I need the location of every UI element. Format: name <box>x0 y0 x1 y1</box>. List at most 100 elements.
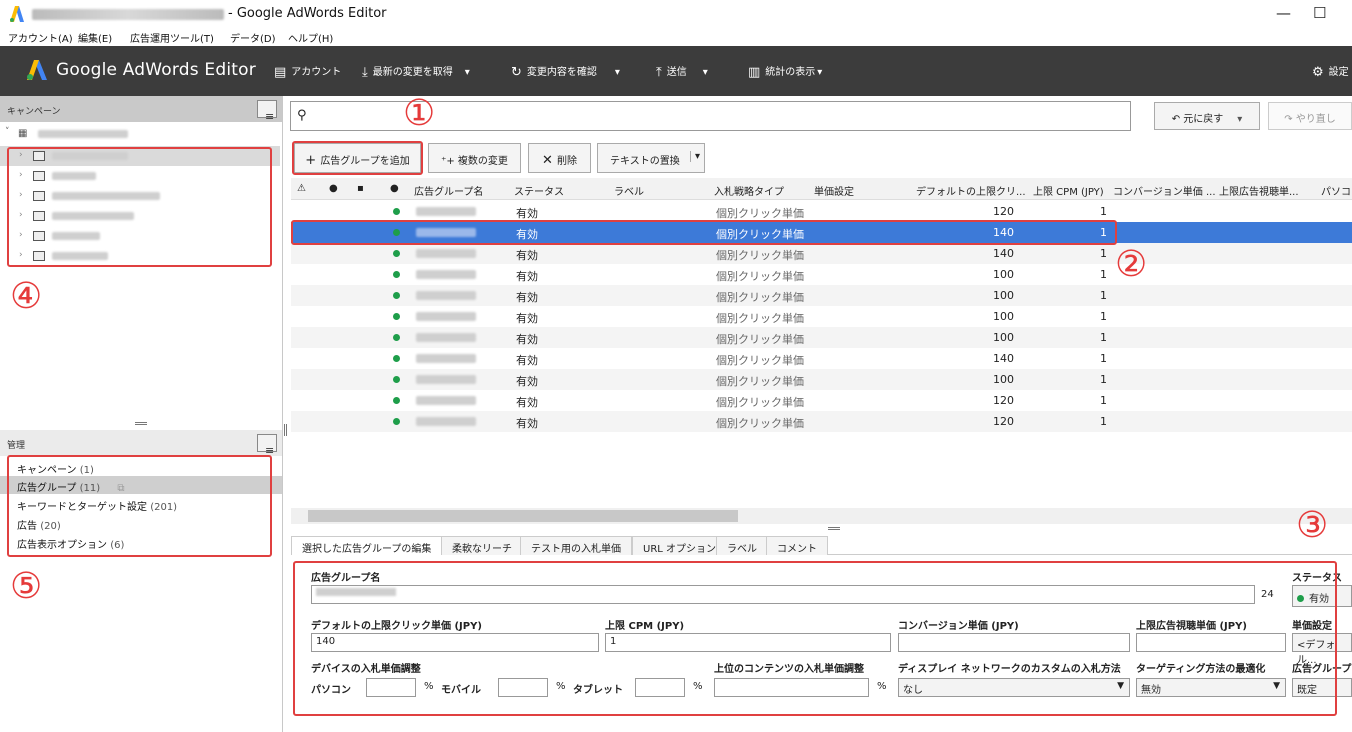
window-title: - Google AdWords Editor <box>228 6 387 21</box>
close-icon: ✕ <box>541 153 558 168</box>
menu-account[interactable]: アカウント(A) <box>8 30 73 45</box>
vertical-splitter-handle[interactable] <box>284 424 287 436</box>
review-changes-label: 変更内容を確認 <box>526 67 597 78</box>
cell-status: 有効 <box>516 207 538 220</box>
expand-icon[interactable]: ˅ <box>5 127 10 137</box>
dropdown-caret-icon[interactable]: ▾ <box>1237 114 1242 125</box>
replace-text-button[interactable]: テキストの置換 ▾ <box>597 143 705 173</box>
table-row[interactable]: 有効 個別クリック単価 140 1 <box>291 348 1352 369</box>
stats-button[interactable]: ▥ 統計の表示 ▾ <box>748 63 822 80</box>
undo-button[interactable]: ↶ 元に戻す ▾ <box>1154 102 1260 130</box>
cell-max-cpm: 1 <box>1100 331 1107 344</box>
grid-header: ⚠ ● ▪ ● 広告グループ名 ステータス ラベル 入札戦略タイプ 単価設定 デ… <box>291 178 1352 200</box>
col-bid-setting[interactable]: 単価設定 <box>814 183 854 198</box>
group-name-blurred <box>416 291 476 300</box>
menu-bar: アカウント(A) 編集(E) 広告運用ツール(T) データ(D) ヘルプ(H) <box>0 28 1352 46</box>
status-dot <box>393 292 400 299</box>
cell-bid-strategy: 個別クリック単価 <box>716 249 804 262</box>
tab-url-options[interactable]: URL オプション <box>632 536 728 555</box>
tree-account-root[interactable]: ˅ ▦ <box>0 124 280 144</box>
cell-max-cpm: 1 <box>1100 205 1107 218</box>
cell-default-cpc: 120 <box>993 415 1014 428</box>
settings-button[interactable]: ⚙ 設定 <box>1312 63 1349 80</box>
annotation-number-4: ④ <box>10 276 43 317</box>
status-dot <box>393 376 400 383</box>
group-name-blurred <box>416 249 476 258</box>
mgmt-panel-header: 管理 ≡ <box>0 430 282 457</box>
dropdown-caret-icon[interactable]: ▾ <box>615 67 620 78</box>
menu-edit[interactable]: 編集(E) <box>78 30 112 45</box>
filter-icon: ≡ <box>265 110 275 123</box>
cell-bid-strategy: 個別クリック単価 <box>716 396 804 409</box>
status-dot <box>393 313 400 320</box>
col-label[interactable]: ラベル <box>614 183 644 198</box>
splitter-handle[interactable] <box>828 527 840 530</box>
cell-max-cpm: 1 <box>1100 394 1107 407</box>
menu-help[interactable]: ヘルプ(H) <box>288 30 333 45</box>
campaign-filter-button[interactable]: ≡ <box>257 100 277 123</box>
bar-chart-icon: ▥ <box>748 64 761 80</box>
get-changes-button[interactable]: ⤓ 最新の変更を取得 ▾ <box>362 63 470 80</box>
table-row[interactable]: 有効 個別クリック単価 100 1 <box>291 285 1352 306</box>
menu-tools[interactable]: 広告運用ツール(T) <box>130 30 214 45</box>
dropdown-caret-icon[interactable]: ▾ <box>703 67 708 78</box>
annotation-box-3 <box>293 561 1337 716</box>
multiple-changes-button[interactable]: ⁺+ 複数の変更 <box>428 143 521 173</box>
dropdown-caret-icon[interactable]: ▾ <box>689 151 700 162</box>
delete-button[interactable]: ✕ 削除 <box>528 143 591 173</box>
cell-default-cpc: 100 <box>993 310 1014 323</box>
tab-labels[interactable]: ラベル <box>716 536 768 555</box>
table-row[interactable]: 有効 個別クリック単価 100 1 <box>291 264 1352 285</box>
search-icon: ⚲ <box>297 108 307 123</box>
col-max-cpv[interactable]: 上限広告視聴単... <box>1219 183 1299 198</box>
table-row[interactable]: 有効 個別クリック単価 100 1 <box>291 369 1352 390</box>
mgmt-filter-button[interactable]: ≡ <box>257 434 277 457</box>
col-name[interactable]: 広告グループ名 <box>414 183 483 198</box>
gear-icon: ⚙ <box>1312 64 1324 80</box>
table-row[interactable]: 有効 個別クリック単価 140 1 <box>291 243 1352 264</box>
group-name-blurred <box>416 354 476 363</box>
maximize-button[interactable]: ☐ <box>1313 4 1326 22</box>
dropdown-caret-icon[interactable]: ▾ <box>465 67 470 78</box>
undo-icon: ↶ <box>1171 114 1184 125</box>
table-row[interactable]: 有効 個別クリック単価 120 1 <box>291 390 1352 411</box>
cell-bid-strategy: 個別クリック単価 <box>716 417 804 430</box>
group-name-blurred <box>416 270 476 279</box>
post-button[interactable]: ⤒ 送信 ▾ <box>656 63 708 80</box>
table-row[interactable]: 有効 個別クリック単価 100 1 <box>291 306 1352 327</box>
splitter-handle[interactable] <box>135 422 147 425</box>
tab-flexible-reach[interactable]: 柔軟なリーチ <box>441 536 523 555</box>
account-button[interactable]: ▤ アカウント <box>274 63 341 80</box>
cell-status: 有効 <box>516 291 538 304</box>
cell-default-cpc: 100 <box>993 331 1014 344</box>
comment-icon[interactable]: ▪ <box>357 183 364 194</box>
table-row[interactable]: 有効 個別クリック単価 120 1 <box>291 411 1352 432</box>
delete-label: 削除 <box>557 156 578 167</box>
redo-button[interactable]: ↷ やり直し <box>1268 102 1352 130</box>
account-label: アカウント <box>291 67 342 78</box>
col-bid-strategy[interactable]: 入札戦略タイプ <box>714 183 784 198</box>
col-pc[interactable]: パソコン <box>1321 183 1352 198</box>
horizontal-scrollbar-thumb[interactable] <box>308 510 738 522</box>
table-row[interactable]: 有効 個別クリック単価 100 1 <box>291 327 1352 348</box>
status-dot-icon[interactable]: ● <box>390 183 399 194</box>
menu-data[interactable]: データ(D) <box>230 30 276 45</box>
error-icon[interactable]: ● <box>329 183 338 194</box>
cell-status: 有効 <box>516 375 538 388</box>
dropdown-caret-icon[interactable]: ▾ <box>817 67 822 78</box>
minimize-button[interactable]: — <box>1276 4 1291 22</box>
table-row[interactable]: 有効 個別クリック単価 120 1 <box>291 201 1352 222</box>
tab-comments[interactable]: コメント <box>766 536 828 555</box>
group-name-blurred <box>416 312 476 321</box>
group-name-blurred <box>416 396 476 405</box>
sort-icon[interactable]: ⚠ <box>297 183 306 194</box>
review-changes-button[interactable]: ↻ 変更内容を確認 ▾ <box>511 63 620 80</box>
col-conv-cpa[interactable]: コンバージョン単価 ... <box>1113 183 1216 198</box>
account-icon: ▤ <box>274 64 287 80</box>
tab-edit-selected[interactable]: 選択した広告グループの編集 <box>291 536 443 555</box>
tab-test-bids[interactable]: テスト用の入札単価 <box>520 536 632 555</box>
col-status[interactable]: ステータス <box>514 183 564 198</box>
col-max-cpm[interactable]: 上限 CPM (JPY) <box>1033 183 1104 198</box>
status-dot <box>393 334 400 341</box>
col-default-cpc[interactable]: デフォルトの上限クリ... <box>916 183 1026 198</box>
